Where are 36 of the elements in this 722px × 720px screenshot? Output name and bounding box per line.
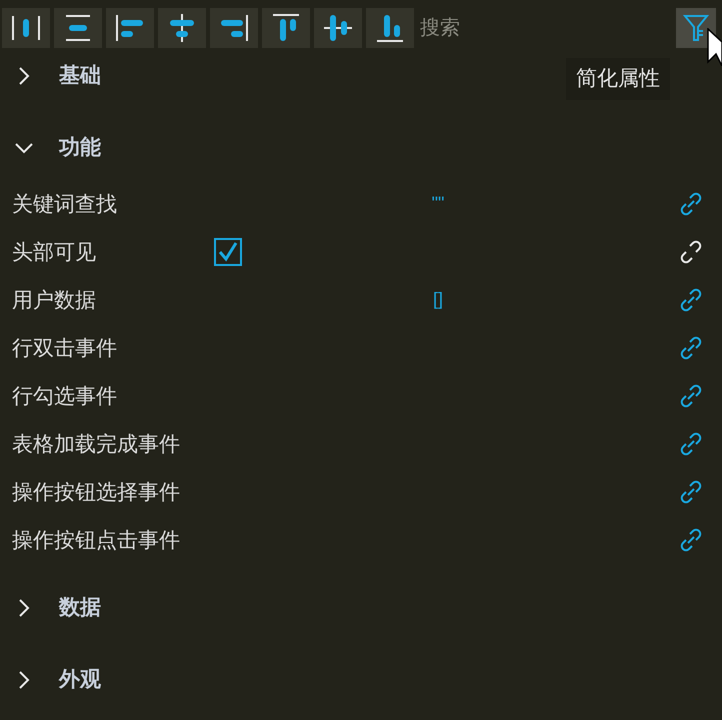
property-label: 操作按钮选择事件: [12, 480, 180, 506]
link-icon[interactable]: [678, 527, 704, 553]
property-label: 关键词查找: [12, 192, 117, 218]
link-icon[interactable]: [678, 191, 704, 217]
align-button[interactable]: [210, 8, 258, 48]
section-title: 基础: [59, 63, 101, 90]
property-label: 头部可见: [12, 240, 96, 266]
link-icon[interactable]: [678, 383, 704, 409]
align-button[interactable]: [2, 8, 50, 48]
align-button[interactable]: [314, 8, 362, 48]
property-label: 表格加载完成事件: [12, 432, 180, 458]
align-button[interactable]: [262, 8, 310, 48]
broken-link-icon[interactable]: [678, 239, 704, 265]
checkbox[interactable]: [214, 238, 242, 266]
checkmark-icon: [217, 241, 239, 263]
link-icon[interactable]: [678, 479, 704, 505]
align-button[interactable]: [54, 8, 102, 48]
property-label: 行勾选事件: [12, 384, 117, 410]
property-label: 操作按钮点击事件: [12, 528, 180, 554]
filter-icon: [682, 13, 710, 43]
link-icon[interactable]: [678, 287, 704, 313]
section-title: 外观: [59, 667, 101, 694]
value-text: "": [430, 192, 446, 215]
property-label: 行双击事件: [12, 336, 117, 362]
section-title: 数据: [59, 595, 101, 622]
section-title: 功能: [59, 135, 101, 162]
cursor-icon: [707, 28, 722, 66]
link-icon[interactable]: [678, 335, 704, 361]
align-button[interactable]: [158, 8, 206, 48]
search-field[interactable]: 搜索: [418, 8, 672, 48]
property-label: 用户数据: [12, 288, 96, 314]
value-text: []: [432, 288, 444, 311]
align-button[interactable]: [106, 8, 154, 48]
tooltip: 简化属性: [566, 58, 670, 100]
link-icon[interactable]: [678, 431, 704, 457]
align-button[interactable]: [366, 8, 414, 48]
